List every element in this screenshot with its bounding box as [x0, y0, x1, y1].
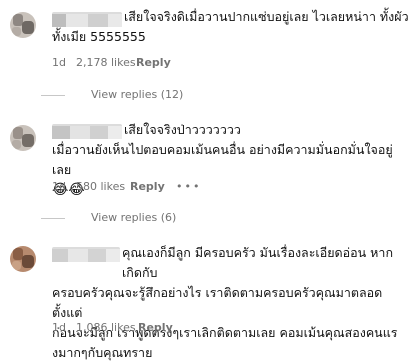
likes-count[interactable]: 1,086 likes	[76, 321, 136, 334]
comment-meta: 1d 580 likes Reply •••	[52, 180, 352, 194]
likes-count[interactable]: 2,178 likes	[76, 56, 136, 69]
avatar[interactable]	[10, 125, 36, 151]
comment-meta: 1d 2,178 likes Reply	[52, 56, 352, 70]
comment-time: 1d	[52, 321, 66, 334]
likes-count[interactable]: 580 likes	[76, 180, 125, 193]
reply-button[interactable]: Reply	[138, 321, 173, 334]
avatar[interactable]	[10, 12, 36, 38]
comment-text: คุณเองก็มีลูก มีครอบครัว มันเรื่องละเอีย…	[52, 245, 398, 360]
reply-button[interactable]: Reply	[136, 56, 171, 69]
comment-time: 1d	[52, 56, 66, 69]
divider-line	[41, 218, 65, 219]
more-options-icon[interactable]: •••	[176, 180, 201, 193]
comment-text: เสียใจจริงดิเมื่อวานปากแซ่บอยู่เลย ไวเลย…	[52, 9, 409, 44]
comment-time: 1d	[52, 180, 66, 193]
avatar[interactable]	[10, 246, 36, 272]
divider-line	[41, 95, 65, 96]
reply-button[interactable]: Reply	[130, 180, 165, 193]
comment-meta: 1d 1,086 likes Reply	[52, 321, 352, 335]
